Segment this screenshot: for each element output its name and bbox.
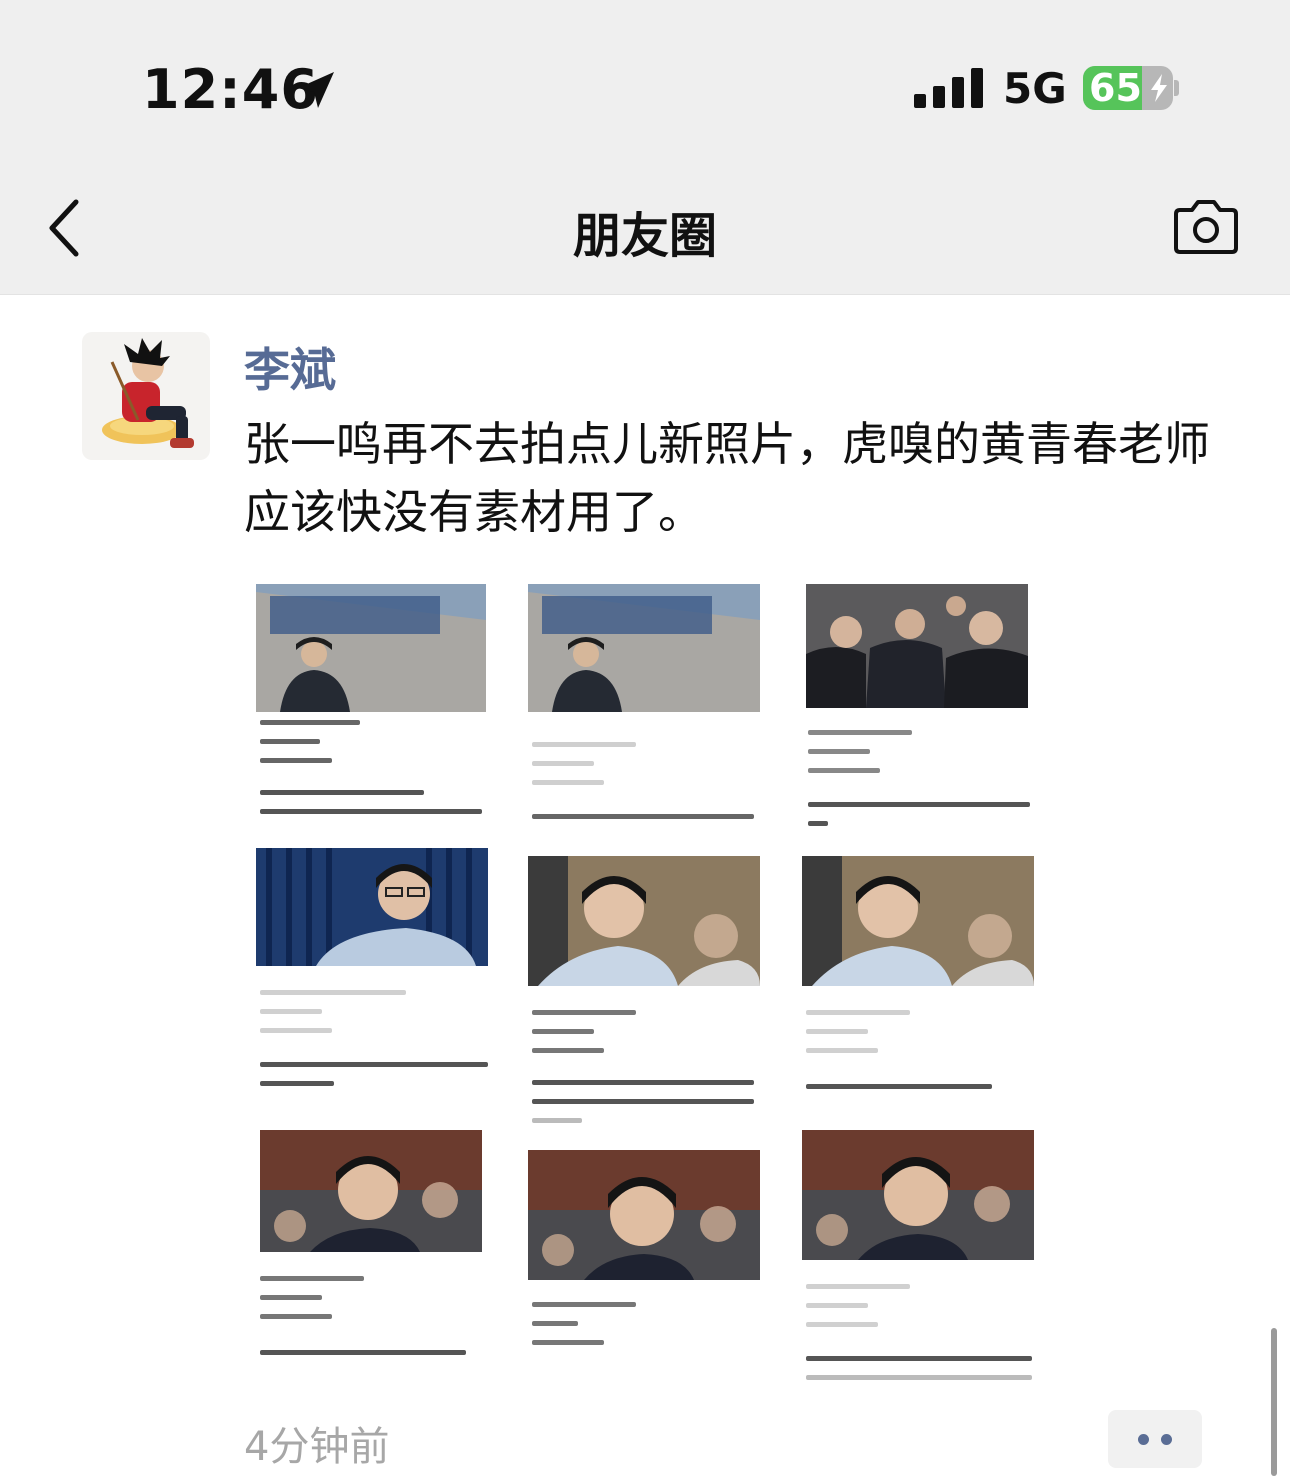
more-dots-icon [1138,1434,1149,1445]
building-photo [256,584,486,712]
photo-cell [260,1130,482,1252]
more-dots-icon [1161,1434,1172,1445]
scrollbar[interactable] [1271,1328,1277,1476]
portrait-photo [256,848,488,966]
portrait-photo [528,1150,760,1280]
photo-cell [256,584,486,712]
caption-lines [808,802,1030,840]
caption-lines [532,1010,652,1067]
caption-lines [260,990,410,1047]
portrait-photo [260,1130,482,1252]
battery-cap [1174,80,1179,96]
caption-lines [532,814,754,833]
portrait-photo [528,856,760,986]
avatar-illustration-icon [102,338,194,448]
post-timestamp: 4分钟前 [244,1424,390,1470]
cellular-signal-icon [914,68,983,108]
top-bar: 12:46 5G 65 朋友圈 [0,0,1290,295]
caption-lines [260,720,380,777]
caption-lines [260,1062,490,1100]
post-text: 张一鸣再不去拍点儿新照片，虎嗅的黄青春老师应该快没有素材用了。 [244,417,1210,539]
caption-lines [806,1010,926,1067]
portrait-photo [802,1130,1034,1260]
page-title: 朋友圈 [572,208,717,264]
photo-cell [802,1130,1034,1260]
photo-cell [528,1150,760,1280]
author-name[interactable]: 李斌 [244,334,336,400]
battery-indicator: 65 [1083,66,1173,110]
caption-lines [806,1084,1026,1103]
status-time: 12:46 [142,58,319,121]
photo-cell [256,848,488,966]
caption-lines [532,1080,762,1137]
crowd-photo [806,584,1028,708]
photo-cell [806,584,1028,708]
battery-percent: 65 [1089,66,1142,110]
photo-cell [802,856,1034,986]
caption-lines [806,1356,1032,1390]
camera-icon[interactable] [1172,198,1240,256]
building-photo [528,584,760,712]
location-arrow-icon [298,72,334,108]
caption-lines [260,1350,480,1369]
avatar[interactable] [82,332,210,460]
caption-lines [808,730,928,787]
caption-lines [806,1284,926,1341]
photo-cell [528,856,760,986]
charging-bolt-icon [1151,74,1167,102]
post-image[interactable] [244,572,1054,1390]
portrait-photo [802,856,1034,986]
photo-cell [528,584,760,712]
caption-lines [260,790,482,828]
network-type: 5G [1003,64,1067,113]
caption-lines [532,742,652,799]
caption-lines [532,1302,652,1359]
caption-lines [260,1276,380,1333]
more-actions-button[interactable] [1108,1410,1202,1468]
